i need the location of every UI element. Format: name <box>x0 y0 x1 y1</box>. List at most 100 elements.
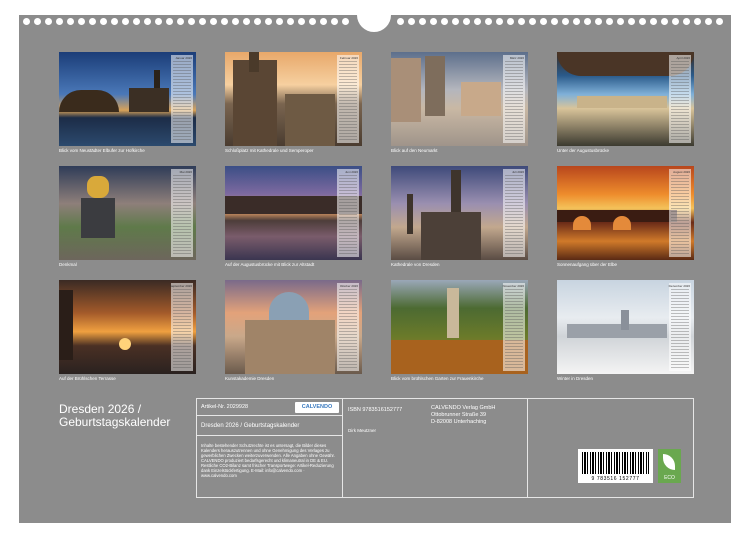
binding-hole <box>78 18 85 25</box>
binding-hole <box>694 18 701 25</box>
binding-hole <box>705 18 712 25</box>
photo-kunstakademie: Oktober 2026 <box>225 280 362 374</box>
binding-hole <box>210 18 217 25</box>
binding-hole <box>518 18 525 25</box>
binding-hole <box>452 18 459 25</box>
binding-hole <box>100 18 107 25</box>
month-tile-august: August 2026 Sonnenaufgang über der Elbe <box>557 166 694 267</box>
month-label: Januar 2026 <box>175 56 192 60</box>
binding-hole <box>342 18 349 25</box>
binding-hole <box>89 18 96 25</box>
photo-bruehlscher-garten: November 2026 <box>391 280 528 374</box>
binding-hole <box>650 18 657 25</box>
month-tile-januar: Januar 2026 Blick vom Neustädter Elbufer… <box>59 52 196 153</box>
binding-hole <box>254 18 261 25</box>
photo-augustusbruecke-arch: April 2026 <box>557 52 694 146</box>
binding-hole <box>540 18 547 25</box>
tile-caption: Auf der Brühlschen Terrasse <box>59 376 116 381</box>
month-label: November 2026 <box>502 284 524 288</box>
tile-caption: Blick vom brühlschen Garten zur Frauenki… <box>391 376 484 381</box>
binding-hole <box>155 18 162 25</box>
binding-hole <box>122 18 129 25</box>
photo-goldener-reiter: Mai 2026 <box>59 166 196 260</box>
photo-altstadt-dusk: Juni 2026 <box>225 166 362 260</box>
binding-hole <box>67 18 74 25</box>
isbn: ISBN 9783516152777 <box>348 407 403 413</box>
binding-hole <box>298 18 305 25</box>
photo-neumarkt: März 2026 <box>391 52 528 146</box>
month-tile-juni: Juni 2026 Auf der Augustusbrücke mit Bli… <box>225 166 362 267</box>
binding-hole <box>45 18 52 25</box>
month-tile-september: September 2026 Auf der Brühlschen Terras… <box>59 280 196 381</box>
binding-hole <box>331 18 338 25</box>
barcode: 9 783516 152777 <box>578 449 653 483</box>
binding-hole <box>441 18 448 25</box>
binding-hole <box>199 18 206 25</box>
month-label: Dezember 2026 <box>668 284 690 288</box>
binding-hole <box>716 18 723 25</box>
binding-hole <box>287 18 294 25</box>
month-tile-oktober: Oktober 2026 Kunstakademie Dresden <box>225 280 362 381</box>
publisher-name: CALVENDO Verlag GmbH <box>431 405 496 411</box>
binding-hole <box>617 18 624 25</box>
tile-caption: Sonnenaufgang über der Elbe <box>557 262 618 267</box>
month-tile-maerz: März 2026 Blick auf den Neumarkt <box>391 52 528 153</box>
tile-caption: Blick vom Neustädter Elbufer zur Hofkirc… <box>59 148 145 153</box>
binding-hole <box>133 18 140 25</box>
binding-hole <box>34 18 41 25</box>
binding-hole <box>474 18 481 25</box>
photo-bruehlsche-terrasse: September 2026 <box>59 280 196 374</box>
binding-hole <box>23 18 30 25</box>
eco-label: ECO <box>664 475 675 481</box>
month-label: Februar 2026 <box>339 56 358 60</box>
binding-hole <box>408 18 415 25</box>
photo-schlossplatz: Februar 2026 <box>225 52 362 146</box>
month-tile-februar: Februar 2026 Schloßplatz mit Kathedrale … <box>225 52 362 153</box>
binding-hole <box>243 18 250 25</box>
title-line-2: Geburtstagskalender <box>59 415 171 429</box>
tile-caption: Kunstakademie Dresden <box>225 376 275 381</box>
month-label: März 2026 <box>509 56 524 60</box>
binding-hole <box>221 18 228 25</box>
publisher-city: D-82008 Unterhaching <box>431 419 487 425</box>
month-label: September 2026 <box>169 284 192 288</box>
photo-sunrise-elbe: August 2026 <box>557 166 694 260</box>
binding-hole <box>496 18 503 25</box>
binding-hole <box>177 18 184 25</box>
product-title: Dresden 2026 / Geburtstagskalender <box>201 423 300 429</box>
binding-hole <box>265 18 272 25</box>
tile-caption: Schloßplatz mit Kathedrale und Semperope… <box>225 148 314 153</box>
binding-hole <box>529 18 536 25</box>
tile-caption: Winter in Dresden <box>557 376 594 381</box>
binding-hole <box>430 18 437 25</box>
eco-badge: ECO <box>658 449 681 483</box>
binding-hole <box>595 18 602 25</box>
author: Dirk Meutzner <box>348 428 377 433</box>
month-label: August 2026 <box>673 170 690 174</box>
binding-hole <box>683 18 690 25</box>
calendar-title: Dresden 2026 / Geburtstagskalender <box>59 403 170 429</box>
binding-hole <box>111 18 118 25</box>
photo-kathedrale: Juli 2026 <box>391 166 528 260</box>
binding-hole <box>320 18 327 25</box>
publisher-street: Ottobrunner Straße 39 <box>431 412 487 418</box>
binding-hole <box>507 18 514 25</box>
month-label: Juni 2026 <box>344 170 358 174</box>
tile-caption: Unter der Augustusbrücke <box>557 148 610 153</box>
month-tile-mai: Mai 2026 Denkmal <box>59 166 196 267</box>
binding-hole <box>276 18 283 25</box>
binding-hole <box>672 18 679 25</box>
binding-hole <box>573 18 580 25</box>
month-tile-november: November 2026 Blick vom brühlschen Garte… <box>391 280 528 381</box>
month-label: Mai 2026 <box>179 170 192 174</box>
binding-hole <box>639 18 646 25</box>
month-tile-juli: Juli 2026 Kathedrale von Dresden <box>391 166 528 267</box>
tile-caption: Denkmal <box>59 262 77 267</box>
binding-hole <box>144 18 151 25</box>
binding-hole <box>606 18 613 25</box>
barcode-number: 9 783516 152777 <box>591 476 640 482</box>
photo-winter: Dezember 2026 <box>557 280 694 374</box>
binding-hole <box>419 18 426 25</box>
binding-hole <box>661 18 668 25</box>
product-info-box: Artikel-Nr. 2029928 CALVENDO Dresden 202… <box>196 398 694 498</box>
